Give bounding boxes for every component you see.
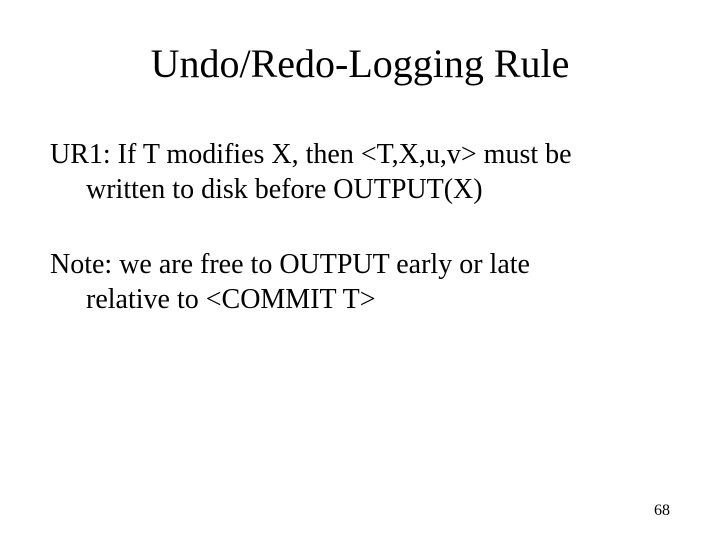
note-line2: relative to <COMMIT T> bbox=[50, 282, 670, 317]
note-line1: Note: we are free to OUTPUT early or lat… bbox=[50, 249, 530, 280]
slide-body: UR1: If T modifies X, then <T,X,u,v> mus… bbox=[50, 137, 670, 317]
rule-line2: written to disk before OUTPUT(X) bbox=[50, 172, 670, 207]
page-number: 68 bbox=[654, 502, 670, 520]
rule-paragraph: UR1: If T modifies X, then <T,X,u,v> mus… bbox=[50, 137, 670, 207]
rule-line1: UR1: If T modifies X, then <T,X,u,v> mus… bbox=[50, 139, 572, 170]
slide-title: Undo/Redo-Logging Rule bbox=[50, 40, 670, 87]
slide: Undo/Redo-Logging Rule UR1: If T modifie… bbox=[0, 0, 720, 540]
note-paragraph: Note: we are free to OUTPUT early or lat… bbox=[50, 247, 670, 317]
